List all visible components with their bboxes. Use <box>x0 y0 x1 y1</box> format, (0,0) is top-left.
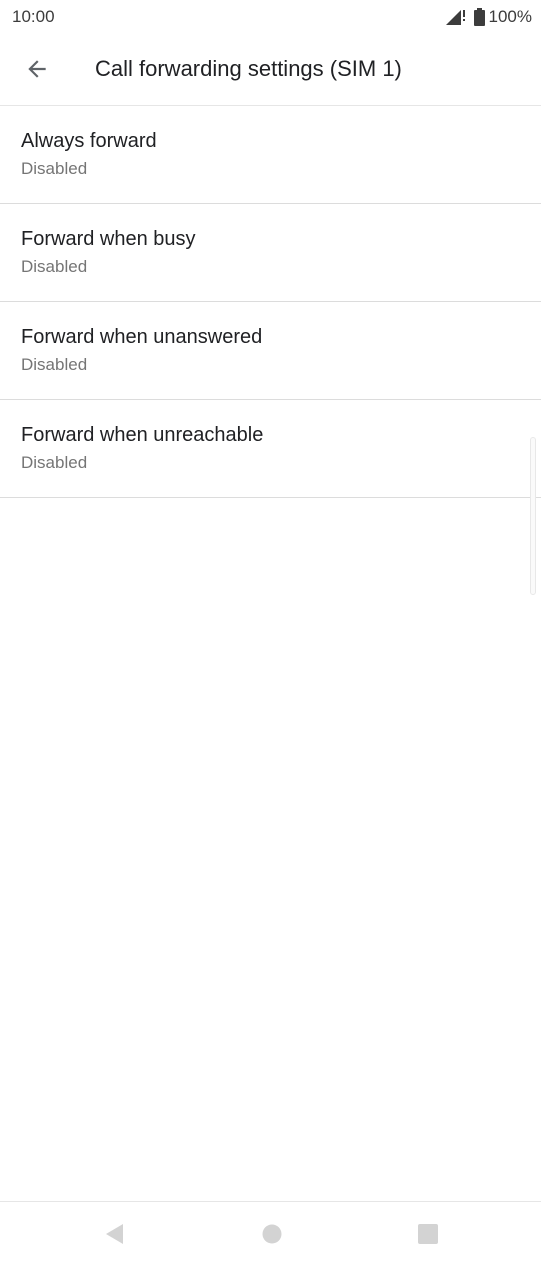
scrollbar[interactable] <box>530 437 536 595</box>
nav-home-icon <box>262 1224 282 1244</box>
list-item-forward-when-unanswered[interactable]: Forward when unanswered Disabled <box>0 302 541 400</box>
screen: 10:00 100% Call forwarding settings (SIM… <box>0 0 541 1264</box>
navigation-bar <box>0 1201 541 1264</box>
status-bar: 10:00 100% <box>0 0 541 34</box>
app-bar: Call forwarding settings (SIM 1) <box>0 34 541 106</box>
page-title: Call forwarding settings (SIM 1) <box>95 56 402 81</box>
item-title: Forward when unreachable <box>21 424 264 446</box>
status-time: 10:00 <box>12 7 55 26</box>
nav-back-button[interactable] <box>101 1220 129 1248</box>
nav-recents-button[interactable] <box>414 1220 442 1248</box>
item-summary: Disabled <box>21 159 88 178</box>
arrow-left-icon <box>28 60 46 78</box>
item-title: Forward when busy <box>21 228 196 250</box>
back-button[interactable] <box>14 46 60 92</box>
status-indicators: 100% <box>444 6 532 28</box>
signal-icon <box>445 10 465 25</box>
item-title: Always forward <box>21 130 157 152</box>
battery-icon <box>473 8 485 26</box>
item-summary: Disabled <box>21 453 88 472</box>
settings-list: Always forward Disabled Forward when bus… <box>0 106 541 498</box>
nav-back-icon <box>106 1224 123 1244</box>
nav-home-button[interactable] <box>258 1220 286 1248</box>
battery-percent: 100% <box>488 7 532 26</box>
item-summary: Disabled <box>21 355 88 374</box>
item-title: Forward when unanswered <box>21 326 263 348</box>
list-item-forward-when-busy[interactable]: Forward when busy Disabled <box>0 204 541 302</box>
nav-recents-icon <box>418 1224 438 1244</box>
list-item-forward-when-unreachable[interactable]: Forward when unreachable Disabled <box>0 400 541 498</box>
list-item-always-forward[interactable]: Always forward Disabled <box>0 106 541 204</box>
item-summary: Disabled <box>21 257 88 276</box>
